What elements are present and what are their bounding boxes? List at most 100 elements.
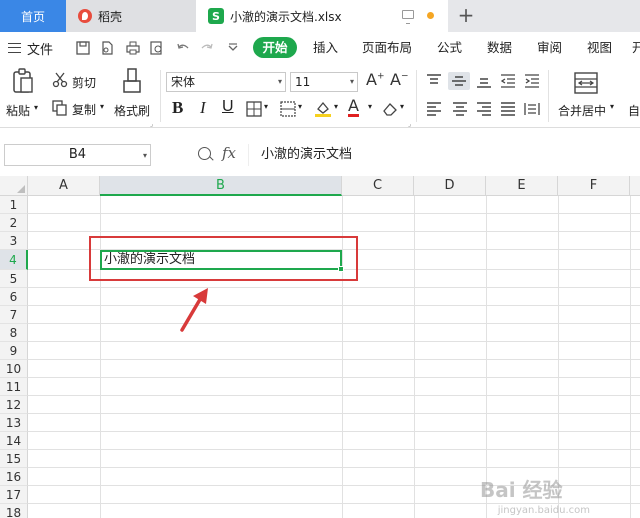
hamburger-icon bbox=[8, 43, 21, 53]
font-color-button[interactable]: A bbox=[348, 97, 359, 117]
print-preview-icon[interactable] bbox=[150, 41, 164, 55]
monitor-icon[interactable] bbox=[402, 10, 414, 24]
tab-insert[interactable]: 插入 bbox=[313, 32, 338, 64]
row-header-13[interactable]: 13 bbox=[0, 414, 28, 432]
clipboard-dialog-launcher-icon[interactable]: ⌟ bbox=[150, 120, 153, 128]
column-header-d[interactable]: D bbox=[414, 176, 486, 196]
align-left-icon[interactable] bbox=[426, 102, 442, 116]
column-header-g[interactable] bbox=[630, 176, 640, 196]
bold-button[interactable]: B bbox=[172, 98, 183, 118]
export-pdf-icon[interactable] bbox=[100, 41, 114, 55]
zoom-search-icon[interactable] bbox=[198, 147, 211, 160]
undo-icon[interactable] bbox=[176, 41, 190, 55]
align-bottom-icon[interactable] bbox=[476, 74, 492, 88]
row-header-12[interactable]: 12 bbox=[0, 396, 28, 414]
redo-icon[interactable] bbox=[200, 41, 214, 55]
increase-indent-icon[interactable] bbox=[524, 74, 540, 88]
align-top-icon[interactable] bbox=[426, 74, 442, 88]
gridline bbox=[28, 213, 640, 214]
fill-color-icon[interactable] bbox=[314, 100, 332, 118]
merge-center-dropdown-chevron-icon[interactable]: ▾ bbox=[610, 102, 614, 111]
row-header-14[interactable]: 14 bbox=[0, 432, 28, 450]
column-header-e[interactable]: E bbox=[486, 176, 558, 196]
auto-wrap-button[interactable]: 自 bbox=[628, 102, 640, 119]
insert-function-icon[interactable]: fx bbox=[222, 144, 236, 162]
cell-style-dropdown-chevron-icon[interactable]: ▾ bbox=[298, 102, 302, 111]
name-box[interactable]: B4 ▾ bbox=[4, 144, 151, 166]
gridline bbox=[28, 359, 640, 360]
column-header-a[interactable]: A bbox=[28, 176, 100, 196]
row-header-4[interactable]: 4 bbox=[0, 250, 28, 270]
row-header-2[interactable]: 2 bbox=[0, 214, 28, 232]
row-header-3[interactable]: 3 bbox=[0, 232, 28, 250]
tab-home[interactable]: 首页 bbox=[0, 0, 66, 32]
save-icon[interactable] bbox=[76, 41, 90, 55]
row-header-17[interactable]: 17 bbox=[0, 486, 28, 504]
tab-data[interactable]: 数据 bbox=[487, 32, 512, 64]
copy-dropdown-chevron-icon[interactable]: ▾ bbox=[100, 102, 104, 111]
justify-icon[interactable] bbox=[500, 102, 516, 116]
customize-toolbar-chevron-icon[interactable] bbox=[226, 41, 240, 55]
underline-button[interactable]: U bbox=[222, 98, 234, 116]
tab-page-layout[interactable]: 页面布局 bbox=[362, 32, 412, 64]
column-header-b[interactable]: B bbox=[100, 176, 342, 196]
font-size-select[interactable]: 11 ▾ bbox=[290, 72, 358, 92]
tab-review[interactable]: 审阅 bbox=[537, 32, 562, 64]
italic-button[interactable]: I bbox=[200, 98, 206, 118]
row-header-10[interactable]: 10 bbox=[0, 360, 28, 378]
paste-dropdown-chevron-icon[interactable]: ▾ bbox=[34, 103, 38, 112]
clear-format-dropdown-chevron-icon[interactable]: ▾ bbox=[400, 102, 404, 111]
merge-center-button[interactable]: 合并居中 bbox=[558, 102, 606, 119]
row-header-11[interactable]: 11 bbox=[0, 378, 28, 396]
row-header-7[interactable]: 7 bbox=[0, 306, 28, 324]
align-middle-icon[interactable] bbox=[448, 72, 470, 90]
row-header-5[interactable]: 5 bbox=[0, 270, 28, 288]
distributed-align-icon[interactable] bbox=[524, 102, 540, 116]
row-header-6[interactable]: 6 bbox=[0, 288, 28, 306]
tab-document-label: 小澈的演示文档.xlsx bbox=[230, 9, 342, 24]
menu-bar: 文件 开始 插入 页面布局 公式 数据 审阅 视图 开 bbox=[0, 32, 640, 64]
formula-input[interactable]: 小澈的演示文档 bbox=[248, 144, 640, 166]
borders-icon[interactable] bbox=[246, 101, 262, 117]
row-header-15[interactable]: 15 bbox=[0, 450, 28, 468]
font-dialog-launcher-icon[interactable]: ⌟ bbox=[408, 120, 411, 128]
increase-font-size-icon[interactable]: A+ bbox=[366, 70, 385, 89]
new-tab-button[interactable]: + bbox=[456, 4, 476, 26]
tab-formulas[interactable]: 公式 bbox=[437, 32, 462, 64]
column-header-c[interactable]: C bbox=[342, 176, 414, 196]
select-all-corner[interactable] bbox=[0, 176, 28, 196]
row-header-8[interactable]: 8 bbox=[0, 324, 28, 342]
print-icon[interactable] bbox=[126, 41, 140, 55]
paste-button[interactable]: 粘贴 bbox=[6, 102, 30, 119]
file-menu-label: 文件 bbox=[27, 42, 54, 58]
file-menu[interactable]: 文件 bbox=[8, 32, 53, 64]
gridline bbox=[28, 287, 640, 288]
fill-color-dropdown-chevron-icon[interactable]: ▾ bbox=[334, 102, 338, 111]
font-name-select[interactable]: 宋体 ▾ bbox=[166, 72, 286, 92]
paste-icon[interactable] bbox=[10, 68, 36, 96]
row-header-16[interactable]: 16 bbox=[0, 468, 28, 486]
borders-dropdown-chevron-icon[interactable]: ▾ bbox=[264, 102, 268, 111]
row-header-18[interactable]: 18 bbox=[0, 504, 28, 518]
row-header-9[interactable]: 9 bbox=[0, 342, 28, 360]
tab-daoke[interactable]: 稻壳 bbox=[66, 0, 196, 32]
row-header-1[interactable]: 1 bbox=[0, 196, 28, 214]
font-color-dropdown-chevron-icon[interactable]: ▾ bbox=[368, 102, 372, 111]
tab-start[interactable]: 开始 bbox=[253, 37, 297, 58]
format-painter-icon[interactable] bbox=[120, 68, 144, 96]
decrease-indent-icon[interactable] bbox=[500, 74, 516, 88]
copy-button[interactable]: 复制 bbox=[72, 101, 96, 118]
cut-button[interactable]: 剪切 bbox=[72, 74, 96, 91]
cell-style-icon[interactable] bbox=[280, 101, 296, 117]
decrease-font-size-icon[interactable]: A− bbox=[390, 70, 409, 89]
tab-document[interactable]: S 小澈的演示文档.xlsx bbox=[196, 0, 448, 32]
clear-format-eraser-icon[interactable] bbox=[382, 101, 398, 117]
tab-view[interactable]: 视图 bbox=[587, 32, 612, 64]
tab-developer[interactable]: 开 bbox=[632, 32, 640, 64]
merge-center-icon[interactable] bbox=[574, 72, 598, 94]
align-right-icon[interactable] bbox=[476, 102, 492, 116]
format-painter-button[interactable]: 格式刷 bbox=[114, 102, 150, 119]
align-center-icon[interactable] bbox=[452, 102, 468, 116]
column-header-f[interactable]: F bbox=[558, 176, 630, 196]
spreadsheet-grid[interactable]: A B C D E F 1 2 3 4 5 6 7 8 9 10 11 12 1… bbox=[0, 176, 640, 518]
